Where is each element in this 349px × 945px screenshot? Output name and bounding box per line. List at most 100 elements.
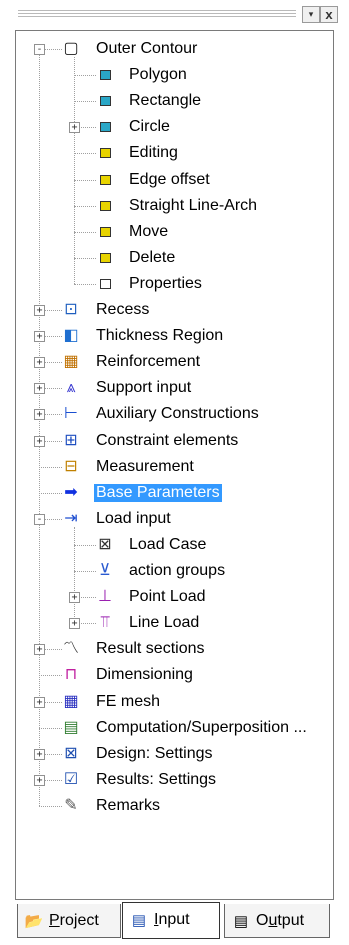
tree-item-rectangle[interactable]: Rectangle — [16, 88, 333, 114]
tree-item-label: FE mesh — [96, 692, 161, 710]
expand-icon[interactable]: + — [34, 331, 45, 343]
tree-connector — [39, 466, 62, 468]
tree-connector — [74, 101, 96, 103]
tab-label: Output — [256, 912, 304, 930]
editing-icon — [96, 145, 114, 161]
tree-item-result-sections[interactable]: + 〽 Result sections — [16, 636, 333, 662]
tree-item-constraint-elements[interactable]: + ⊞ Constraint elements — [16, 428, 333, 454]
docking-grip[interactable] — [18, 10, 296, 19]
tree-item-label: Auxiliary Constructions — [96, 405, 259, 423]
tree-item-point-load[interactable]: + ⊥ Point Load — [16, 584, 333, 610]
tree-item-circle[interactable]: + Circle — [16, 114, 333, 140]
square-glyph — [99, 278, 111, 289]
expand-icon[interactable]: + — [69, 592, 80, 604]
tree-connector — [74, 283, 96, 285]
tree-item-base-parameters[interactable]: ➡ Base Parameters — [16, 480, 333, 506]
expand-icon[interactable]: + — [34, 435, 45, 447]
tree-item-outer-contour[interactable]: - ▢ Outer Contour — [16, 36, 333, 62]
tree-connector — [74, 231, 96, 233]
tree-item-computation[interactable]: ▤ Computation/Superposition ... — [16, 715, 333, 741]
tree-item-move[interactable]: Move — [16, 219, 333, 245]
expand-icon[interactable]: + — [69, 618, 80, 630]
tree-item-edge-offset[interactable]: Edge offset — [16, 167, 333, 193]
reinforcement-icon: ▦ — [63, 353, 79, 371]
tree-item-label: Edge offset — [129, 170, 210, 188]
expand-icon[interactable]: + — [69, 122, 80, 134]
load-case-icon: ⊠ — [98, 535, 112, 553]
tree-item-polygon[interactable]: Polygon — [16, 62, 333, 88]
tree-connector — [74, 75, 96, 77]
tree-item-label: Measurement — [96, 457, 194, 475]
tree-item-label: Rectangle — [129, 92, 202, 110]
expand-icon[interactable]: + — [34, 644, 45, 656]
expand-icon[interactable]: + — [34, 696, 45, 708]
square-glyph — [99, 226, 111, 237]
tree-item-editing[interactable]: Editing — [16, 140, 333, 166]
tree-connector — [39, 675, 62, 677]
tab-label-part: O — [256, 912, 269, 929]
tree-view[interactable]: - ▢ Outer Contour Polygon Rectangle + Circle Ed… — [15, 30, 334, 900]
outer-contour-icon: ▢ — [63, 40, 79, 57]
tree-item-label: Reinforcement — [96, 353, 201, 371]
square-glyph — [99, 122, 111, 133]
tree-item-delete[interactable]: Delete — [16, 245, 333, 271]
tab-output[interactable]: ▤ Output — [224, 904, 330, 938]
tree-connector — [74, 571, 96, 572]
dimensioning-icon: ⊓ — [64, 666, 78, 684]
results-settings-icon: ☑ — [63, 770, 79, 788]
delete-icon — [96, 250, 114, 266]
tree-item-auxiliary-constructions[interactable]: + ⊢ Auxiliary Constructions — [16, 401, 333, 427]
chevron-down-icon[interactable]: ▾ — [302, 6, 320, 23]
tree-item-remarks[interactable]: ✎ Remarks — [16, 793, 333, 819]
expand-icon[interactable]: + — [34, 357, 45, 369]
tab-label-mnemonic: P — [49, 912, 60, 929]
straight-line-arch-icon — [96, 198, 114, 214]
tree-item-reinforcement[interactable]: + ▦ Reinforcement — [16, 349, 333, 375]
tree-item-label: Results: Settings — [96, 770, 217, 788]
properties-icon — [96, 276, 114, 292]
tree-item-thickness-region[interactable]: + ◧ Thickness Region — [16, 323, 333, 349]
expand-icon[interactable]: + — [34, 748, 45, 760]
tree-connector — [74, 205, 96, 207]
tree-item-properties[interactable]: Properties — [16, 271, 333, 297]
expand-icon[interactable]: + — [34, 383, 45, 395]
tree-item-label: Polygon — [129, 66, 187, 84]
tree-item-line-load[interactable]: + ⫪ Line Load — [16, 610, 333, 636]
tree-connector — [74, 544, 96, 546]
tree-item-label: action groups — [129, 562, 226, 579]
tab-input[interactable]: ▤ Input — [122, 902, 220, 939]
tree-item-fe-mesh[interactable]: + ▦ FE mesh — [16, 689, 333, 715]
circle-icon — [96, 119, 114, 135]
tab-label-part: nput — [158, 911, 190, 928]
tree-connector — [39, 492, 62, 494]
tree-item-load-case[interactable]: ⊠ Load Case — [16, 532, 333, 558]
collapse-icon[interactable]: - — [34, 513, 45, 525]
tree-item-dimensioning[interactable]: ⊓ Dimensioning — [16, 662, 333, 688]
tree-item-load-input[interactable]: - ⇥ Load input — [16, 506, 333, 532]
tree-connector — [74, 257, 96, 259]
tree-item-recess[interactable]: + ⊡ Recess — [16, 297, 333, 323]
line-load-icon: ⫪ — [100, 614, 110, 632]
tree-item-design-settings[interactable]: + ⊠ Design: Settings — [16, 741, 333, 767]
tree-item-support-input[interactable]: + ⩓ Support input — [16, 375, 333, 401]
tree-connector — [39, 727, 62, 729]
tab-project[interactable]: 📂 Project — [17, 904, 121, 938]
input-icon: ▤ — [131, 912, 147, 929]
close-icon[interactable]: x — [320, 6, 338, 23]
tree-item-label: Editing — [129, 144, 178, 162]
polygon-icon — [96, 67, 114, 83]
square-glyph — [99, 148, 111, 159]
tree-item-action-groups[interactable]: ⊻ action groups — [16, 558, 333, 584]
support-input-icon: ⩓ — [66, 379, 76, 397]
result-sections-icon: 〽 — [62, 640, 79, 658]
fe-mesh-icon: ▦ — [63, 692, 79, 710]
expand-icon[interactable]: + — [34, 305, 45, 316]
expand-icon[interactable]: + — [34, 409, 45, 421]
tree-item-results-settings[interactable]: + ☑ Results: Settings — [16, 767, 333, 793]
collapse-icon[interactable]: - — [34, 44, 45, 55]
tree-item-label: Line Load — [129, 614, 200, 632]
expand-icon[interactable]: + — [34, 774, 45, 786]
tree-item-measurement[interactable]: ⊟ Measurement — [16, 454, 333, 480]
tree-item-straight-line-arch[interactable]: Straight Line-Arch — [16, 193, 333, 219]
recess-icon: ⊡ — [64, 301, 78, 318]
